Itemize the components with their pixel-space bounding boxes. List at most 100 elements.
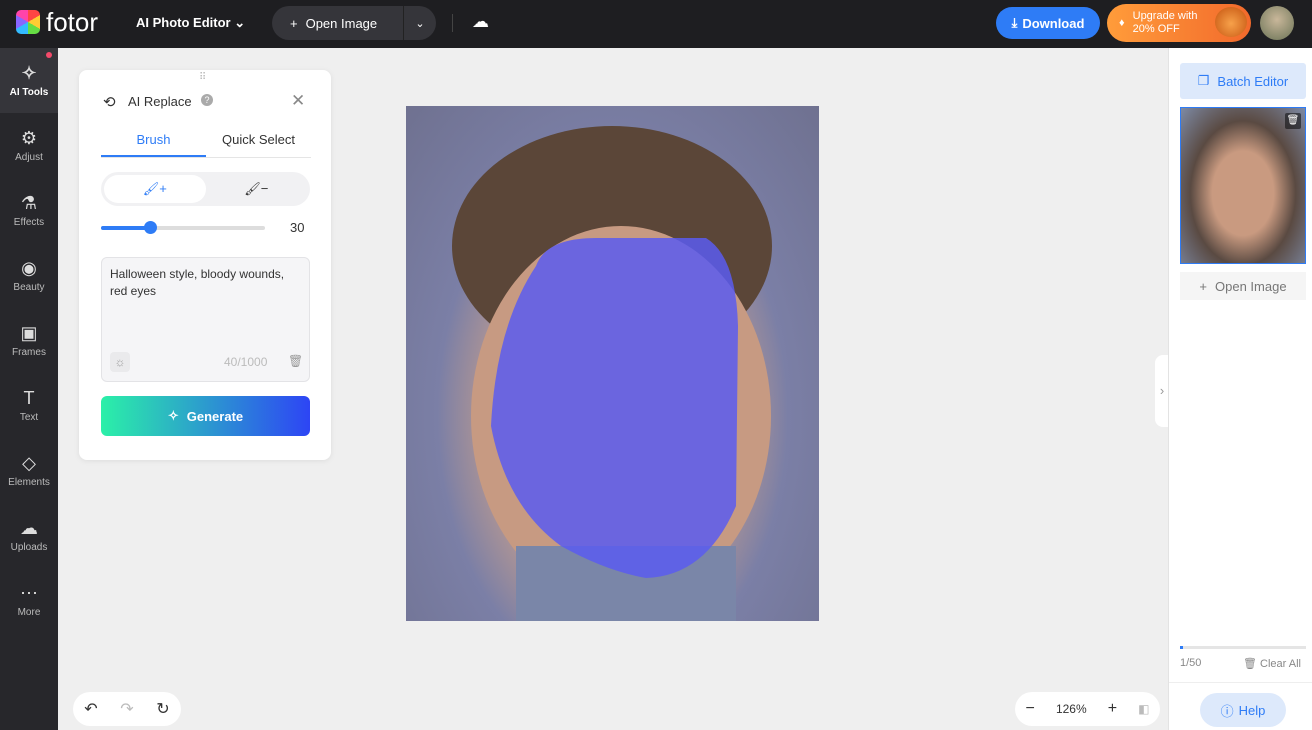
open-image-dropdown[interactable]: ⌄ [404, 17, 436, 30]
shapes-icon: ◇ [22, 453, 36, 473]
sidebar-item-beauty[interactable]: ◉ Beauty [0, 243, 58, 308]
history-controls: ↶ ↷ ↻ [73, 692, 181, 726]
brush-erase-icon[interactable]: 🖌︎− [206, 175, 308, 203]
sidebar-label: Frames [12, 347, 46, 358]
diamond-icon: ♦ [1119, 16, 1125, 29]
sidebar-item-uploads[interactable]: ☁ Uploads [0, 503, 58, 568]
more-icon: ⋯ [20, 583, 38, 603]
slider-handle[interactable] [144, 221, 158, 234]
chevron-down-icon: ⌄ [234, 15, 246, 30]
mode-tabs: Brush Quick Select [101, 128, 311, 158]
panel-title: AI Replace [128, 94, 192, 109]
brush-size-slider[interactable] [101, 221, 265, 234]
sidebar-item-frames[interactable]: ▣ Frames [0, 308, 58, 373]
zoom-level[interactable]: 126% [1056, 702, 1087, 716]
undo-icon[interactable]: ↶ [84, 699, 97, 719]
sidebar: ✧ AI Tools ⚙ Adjust ⚗ Effects ◉ Beauty ▣ Fram… [0, 48, 58, 730]
sidebar-item-effects[interactable]: ⚗ Effects [0, 178, 58, 243]
usage-bar [1180, 646, 1306, 649]
divider [1169, 682, 1312, 683]
download-button[interactable]: ⤓ Download [996, 7, 1100, 39]
editor-menu-label: AI Photo Editor [136, 15, 231, 30]
generate-button[interactable]: ✧ Generate [101, 396, 310, 436]
sparkle-icon: ✧ [21, 63, 37, 83]
lightbulb-icon[interactable]: ☼ [110, 352, 130, 372]
image-count: 1/50 [1180, 657, 1202, 669]
sidebar-label: Uploads [10, 542, 48, 553]
compare-icon[interactable]: ◧ [1138, 702, 1149, 716]
open-image-thumb-button[interactable]: + Open Image [1180, 272, 1306, 300]
sidebar-label: AI Tools [9, 87, 49, 98]
sidebar-item-text[interactable]: T Text [0, 373, 58, 438]
prompt-textarea[interactable]: Halloween style, bloody wounds, red eyes… [101, 257, 310, 382]
zoom-controls: − 126% + ◧ [1015, 692, 1160, 726]
zoom-in-icon[interactable]: + [1108, 700, 1117, 718]
open-image-label: Open Image [305, 15, 378, 31]
batch-editor-button[interactable]: ❐ Batch Editor [1180, 63, 1306, 99]
open-image-group: + Open Image ⌄ [272, 6, 436, 40]
plus-icon: + [1199, 278, 1208, 294]
collapse-right-panel-icon[interactable]: › [1155, 355, 1169, 427]
help-icon[interactable]: ? [201, 94, 213, 106]
divider [452, 14, 453, 32]
sidebar-label: Beauty [13, 282, 45, 293]
usage-fill [1180, 646, 1183, 649]
image-thumbnail[interactable]: 🗑︎ [1180, 107, 1306, 264]
sidebar-label: Text [19, 412, 39, 423]
editor-menu[interactable]: AI Photo Editor ⌄ [136, 15, 245, 31]
clear-all-label: Clear All [1260, 658, 1301, 670]
sidebar-label: Adjust [15, 152, 43, 163]
delete-icon[interactable]: 🗑︎ [1285, 113, 1301, 129]
download-icon: ⤓ [1011, 15, 1018, 30]
generate-label: Generate [186, 408, 244, 424]
sliders-icon: ⚙ [20, 128, 38, 148]
right-panel: ❐ Batch Editor 🗑︎ + Open Image 1/50 🗑︎ Cle… [1168, 48, 1312, 730]
batch-editor-label: Batch Editor [1217, 73, 1289, 89]
open-image-button[interactable]: + Open Image [272, 6, 404, 40]
flask-icon: ⚗ [20, 193, 38, 213]
close-icon[interactable]: ✕ [291, 91, 305, 111]
cloud-icon[interactable]: ☁ [472, 12, 489, 32]
sidebar-item-more[interactable]: ⋯ More [0, 568, 58, 633]
brush-add-icon[interactable]: 🖌︎+ [104, 175, 206, 203]
slider-fill [101, 226, 151, 230]
open-image-thumb-label: Open Image [1215, 278, 1287, 294]
layers-icon: ❐ [1197, 73, 1210, 88]
tab-quick-select[interactable]: Quick Select [206, 128, 311, 157]
upload-cloud-icon: ☁ [20, 518, 38, 538]
upgrade-button[interactable]: ♦ Upgrade with 20% OFF [1107, 4, 1251, 42]
pumpkin-icon [1215, 7, 1247, 37]
sidebar-item-ai-tools[interactable]: ✧ AI Tools [0, 48, 58, 113]
help-label: Help [1238, 702, 1266, 718]
logo-icon [16, 10, 40, 34]
canvas-image[interactable] [406, 106, 819, 621]
photo-art [452, 126, 772, 621]
help-button[interactable]: ⓘ Help [1200, 693, 1286, 727]
sidebar-item-adjust[interactable]: ⚙ Adjust [0, 113, 58, 178]
eye-icon: ◉ [21, 258, 37, 278]
redo-icon[interactable]: ↷ [120, 699, 133, 719]
sidebar-item-elements[interactable]: ◇ Elements [0, 438, 58, 503]
top-bar: fotor AI Photo Editor ⌄ + Open Image ⌄ ☁ … [0, 0, 1312, 48]
char-count: 40/1000 [224, 355, 268, 369]
prompt-text: Halloween style, bloody wounds, red eyes [110, 267, 285, 298]
sidebar-label: Elements [8, 477, 50, 488]
ai-replace-panel: ⠿ ⟲ AI Replace ? ✕ Brush Quick Select 🖌︎… [79, 70, 331, 460]
brush-mode-toggle: 🖌︎+ 🖌︎− [101, 172, 310, 206]
upgrade-line1: Upgrade with [1132, 10, 1198, 22]
drag-handle-icon[interactable]: ⠿ [199, 72, 206, 83]
replace-icon: ⟲ [103, 94, 116, 111]
avatar[interactable] [1260, 6, 1294, 40]
sidebar-label: More [17, 607, 41, 618]
trash-icon[interactable]: 🗑︎ [288, 353, 303, 370]
frame-icon: ▣ [20, 323, 38, 343]
fotor-logo[interactable]: fotor [16, 9, 98, 35]
clear-all-button[interactable]: 🗑︎ Clear All [1243, 657, 1301, 670]
upgrade-line2: 20% OFF [1132, 23, 1180, 35]
zoom-out-icon[interactable]: − [1026, 700, 1035, 718]
question-icon: ⓘ [1220, 703, 1234, 719]
plus-icon: + [290, 15, 298, 31]
reset-icon[interactable]: ↻ [156, 699, 169, 719]
tab-brush[interactable]: Brush [101, 128, 206, 157]
brush-size-value: 30 [290, 220, 305, 235]
